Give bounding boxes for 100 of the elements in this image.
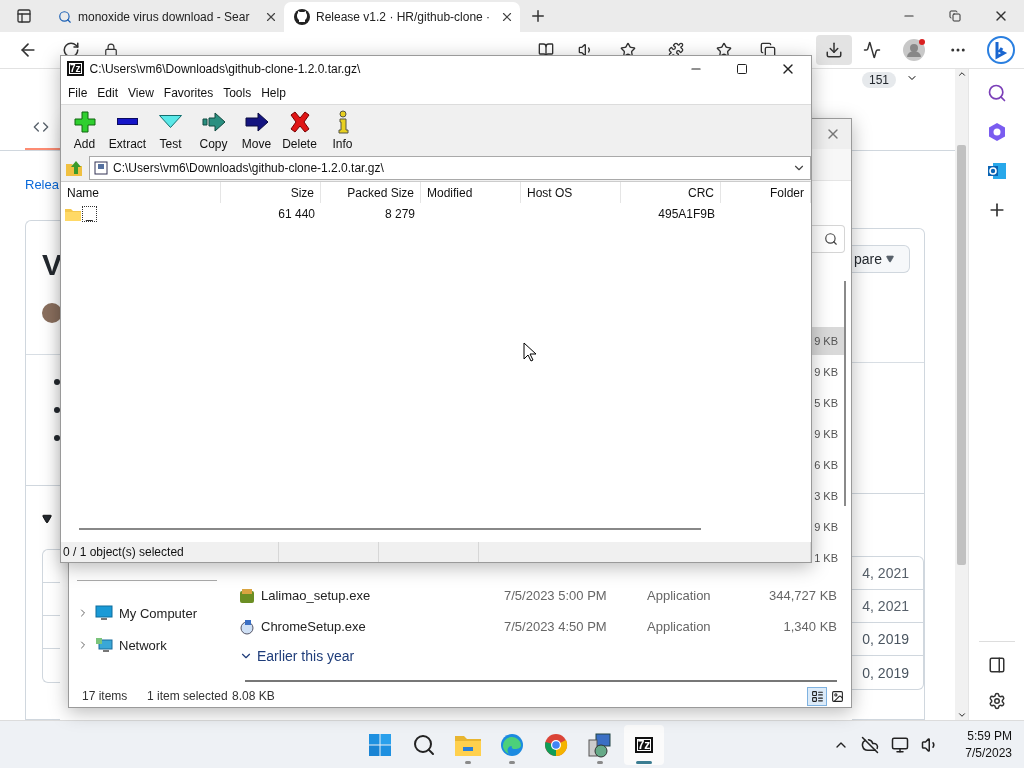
cloud-off-icon[interactable] <box>861 735 880 754</box>
menu-item[interactable]: Tools <box>218 85 257 100</box>
file-size: 1,340 KB <box>782 619 837 634</box>
menu-item[interactable]: View <box>123 85 159 100</box>
column-header[interactable]: Host OS <box>521 182 621 203</box>
status-text: 0 / 1 object(s) selected <box>63 545 184 559</box>
size-cell[interactable]: 5 KB <box>812 389 845 417</box>
column-header[interactable]: Folder <box>721 182 811 203</box>
bullet-icon <box>54 379 60 385</box>
selection-count: 1 item selected <box>147 689 229 704</box>
size-cell[interactable]: 9 KB <box>812 327 845 355</box>
size-cell[interactable]: 6 KB <box>812 451 845 479</box>
clock[interactable]: 5:59 PM 7/5/2023 <box>965 729 1012 760</box>
bullet-icon <box>54 435 60 441</box>
scroll-down-icon[interactable] <box>956 710 967 720</box>
search-icon <box>58 10 72 24</box>
installer-icon <box>239 587 255 604</box>
size-cell[interactable]: 9 KB <box>812 513 845 541</box>
windows-icon <box>368 732 392 757</box>
column-header[interactable]: Modified <box>421 182 521 203</box>
file-date: 7/5/2023 4:50 PM <box>504 619 608 634</box>
toolbar-button[interactable]: Copy <box>192 109 235 151</box>
monitor-icon <box>95 605 113 621</box>
folder-icon <box>455 733 481 756</box>
folder-up-icon[interactable] <box>65 159 83 177</box>
menu-item[interactable]: Edit <box>92 85 124 100</box>
asset-row[interactable]: 0, 2019 <box>852 656 923 689</box>
installer-icon <box>587 731 613 758</box>
releases-link[interactable]: Relea <box>25 177 59 192</box>
archiver-logo: 7z <box>634 736 654 753</box>
toolbar-button[interactable]: Info <box>321 109 364 151</box>
close-icon[interactable] <box>500 10 514 24</box>
taskbar-app[interactable]: 7z <box>624 724 664 765</box>
scrollbar[interactable] <box>955 69 968 720</box>
code-icon[interactable] <box>33 119 49 135</box>
chrome-icon <box>544 732 568 757</box>
path-field[interactable]: C:\Users\vm6\Downloads\github-clone-1.2.0.tar.gz\ <box>89 156 811 180</box>
nav-item[interactable]: My Computer <box>77 597 231 629</box>
compare-button[interactable]: pare <box>852 245 910 273</box>
search-icon <box>412 732 436 757</box>
search-icon <box>824 232 838 246</box>
download-icon[interactable] <box>816 35 852 65</box>
plus-icon <box>71 109 98 134</box>
archive-icon <box>94 161 108 175</box>
toolbar-button[interactable]: Test <box>149 109 192 151</box>
window-title: C:\Users\vm6\Downloads\github-clone-1.2.0.tar.gz\ <box>89 61 362 76</box>
list-icon <box>810 689 824 703</box>
item-count: 17 items <box>82 689 129 704</box>
view-button[interactable] <box>807 686 827 706</box>
packed-size-cell-text: 8 279 <box>383 205 416 223</box>
collapse-icon[interactable] <box>42 514 52 524</box>
menu-item[interactable]: Favorites <box>158 85 219 100</box>
file-name[interactable]: _ <box>82 205 97 222</box>
sidebar-icon[interactable] <box>987 656 1006 674</box>
column-header[interactable]: Name <box>61 182 221 203</box>
toolbar-button[interactable]: Move <box>235 109 278 151</box>
app-logo: 7z <box>67 61 84 76</box>
caret-icon <box>886 255 895 263</box>
bullet-icon <box>54 407 60 413</box>
file-name[interactable]: Lalimao_setup.exe <box>261 588 504 603</box>
size-cell[interactable]: 9 KB <box>812 358 845 386</box>
asset-date: 4, 2021 <box>862 565 909 581</box>
file-date: 7/5/2023 5:00 PM <box>504 588 608 603</box>
arrow-icon <box>243 109 270 134</box>
toolbar-button[interactable]: Add <box>63 109 106 151</box>
release-title: V <box>42 247 60 283</box>
column-header[interactable]: Packed Size <box>321 182 421 203</box>
menu-item[interactable]: Help <box>256 85 291 100</box>
folder-icon <box>65 206 81 221</box>
group-header[interactable]: Earlier this year <box>257 648 355 664</box>
setup-icon <box>239 618 255 635</box>
network-icon[interactable] <box>891 735 910 754</box>
asset-date: 0, 2019 <box>862 664 909 681</box>
size-cell[interactable]: 1 KB <box>812 544 845 572</box>
browser-tab[interactable]: monoxide virus download - Sear <box>48 2 284 32</box>
hexagon-logo-icon[interactable] <box>986 122 1007 142</box>
wave-logo-icon <box>500 732 524 757</box>
size-cell[interactable]: 9 KB <box>812 420 845 448</box>
settings-icon[interactable] <box>987 692 1006 710</box>
file-name[interactable]: ChromeSetup.exe <box>261 619 504 634</box>
column-header[interactable]: Size <box>221 182 321 203</box>
asset-date: 0, 2019 <box>862 631 909 647</box>
crc-cell-text: 495A1F9B <box>657 205 716 223</box>
toolbar-button[interactable]: Extract <box>106 109 149 151</box>
column-header[interactable]: CRC <box>621 182 721 203</box>
scroll-up-icon[interactable] <box>956 69 967 79</box>
minus-icon <box>117 118 138 125</box>
size-cell[interactable]: 3 KB <box>812 482 845 510</box>
network-icon <box>95 637 113 653</box>
toolbar-button[interactable]: Delete <box>278 109 321 151</box>
search-icon[interactable] <box>986 83 1007 103</box>
avatar[interactable] <box>42 303 62 323</box>
menu-item[interactable]: File <box>63 85 93 100</box>
mail-logo-icon[interactable] <box>986 161 1007 181</box>
nav-item[interactable]: Network <box>77 629 231 661</box>
arrow-icon <box>200 109 227 134</box>
browser-tab[interactable]: Release v1.2 · HR/github-clone · <box>284 2 520 32</box>
close-icon[interactable] <box>264 10 278 24</box>
file-type: Application <box>647 588 712 603</box>
check-icon <box>159 115 182 128</box>
